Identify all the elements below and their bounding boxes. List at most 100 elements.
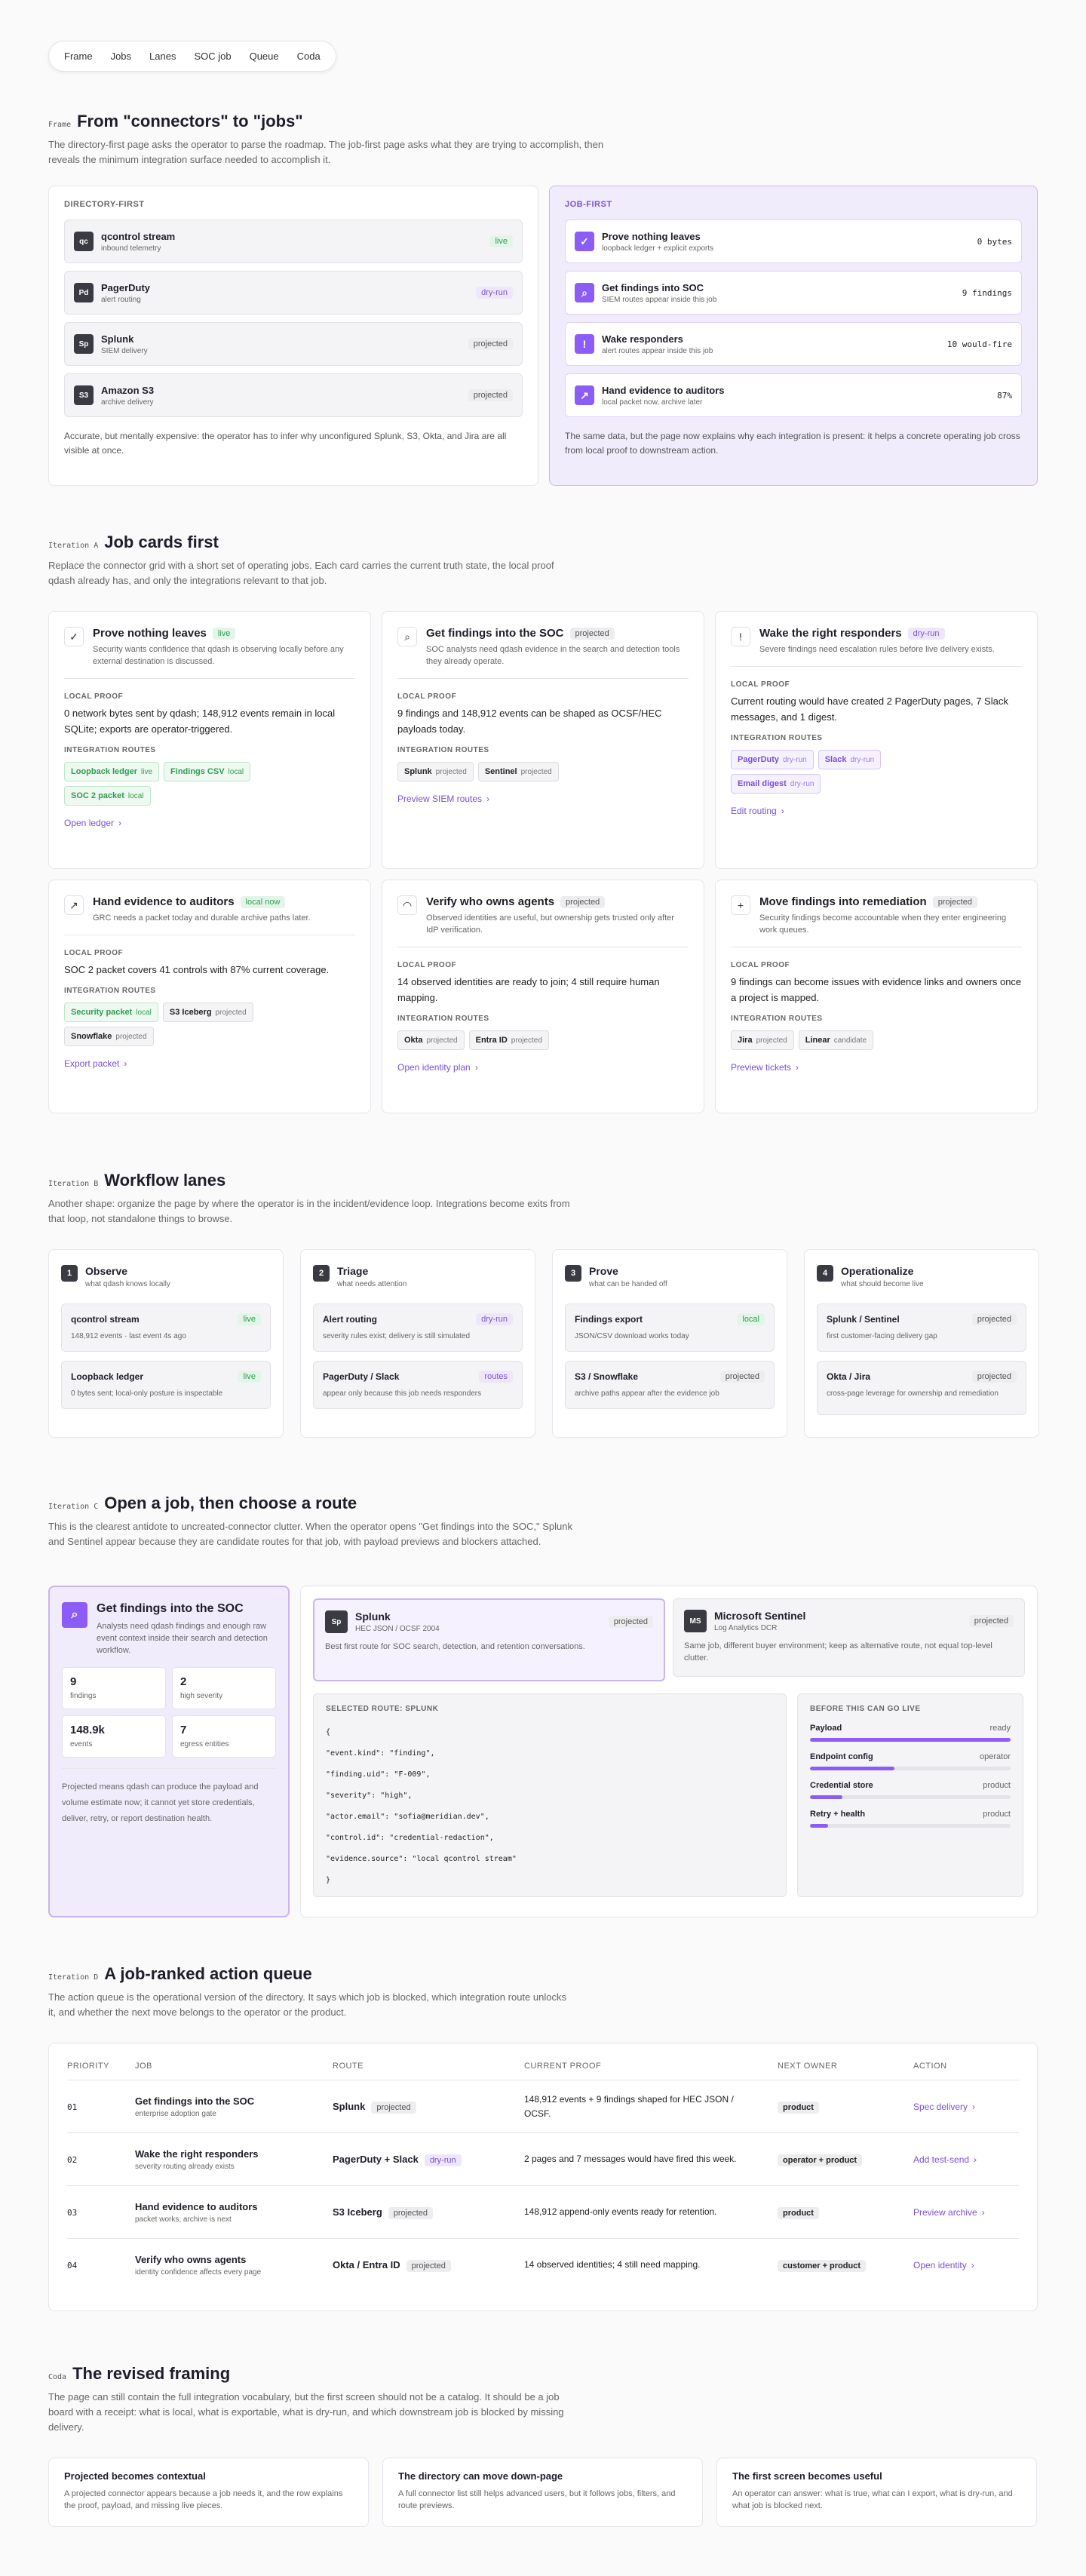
route-chip[interactable]: Entra ID projected (468, 1030, 549, 1050)
directory-item[interactable]: qc qcontrol stream inbound telemetry live (64, 220, 523, 263)
panel-note: Accurate, but mentally expensive: the op… (64, 431, 507, 456)
job-item[interactable]: ↗ Hand evidence to auditors local packet n… (565, 373, 1022, 417)
job-item[interactable]: ⌕ Get findings into SOC SIEM routes appear… (565, 271, 1022, 315)
job-item-title: Prove nothing leaves (602, 230, 701, 242)
current-proof: 148,912 append-only events ready for ret… (524, 2206, 717, 2217)
route-chip[interactable]: Findings CSV local (164, 762, 251, 781)
local-proof-label: LOCAL PROOF (64, 692, 124, 701)
route-chip[interactable]: Splunk projected (397, 762, 474, 781)
route-chip[interactable]: Loopback ledger live (64, 762, 160, 781)
route-option[interactable]: Sp Splunk HEC JSON / OCSF 2004 projected Bes… (313, 1598, 665, 1681)
current-proof: 2 pages and 7 messages would have fired … (524, 2154, 737, 2164)
chevron-right-icon: › (474, 1062, 478, 1073)
card-action-link[interactable]: Preview SIEM routes › (397, 794, 689, 804)
card-action-link[interactable]: Open ledger › (64, 818, 355, 828)
section-title: A job-ranked action queue (104, 1964, 312, 1983)
card-action-link[interactable]: Open identity plan › (397, 1062, 689, 1073)
route-option[interactable]: MS Microsoft Sentinel Log Analytics DCR pro… (673, 1598, 1025, 1677)
row-action-link[interactable]: Preview archive › (913, 2207, 985, 2218)
section-title: Workflow lanes (104, 1171, 226, 1190)
job-card-header: ↗ Hand evidence to auditors local now GRC n… (64, 895, 355, 924)
route-chips: Loopback ledger live Findings CSV local SOC … (64, 762, 313, 810)
row-action-link[interactable]: Spec delivery › (913, 2102, 975, 2112)
row-action-link[interactable]: Add test-send › (913, 2154, 977, 2165)
route-chips: Splunk projected Sentinel projected (397, 762, 646, 786)
requirement-name: Payload (810, 1724, 842, 1733)
job-first-panel: JOB-FIRST ✓ Prove nothing leaves loopback … (549, 186, 1038, 486)
nav-frame[interactable]: Frame (55, 46, 102, 66)
status-badge: dry-run (476, 287, 513, 299)
nav-lanes[interactable]: Lanes (140, 46, 185, 66)
route-option-header: MS Microsoft Sentinel Log Analytics DCR pro… (684, 1610, 1014, 1632)
nav-soc-job[interactable]: SOC job (185, 46, 240, 66)
lane-sub: what can be handed off (589, 1280, 667, 1288)
job-glyph-icon: ◠ (397, 895, 417, 915)
card-action-link[interactable]: Preview tickets › (731, 1062, 1022, 1073)
route-chip[interactable]: PagerDuty dry-run (731, 750, 814, 769)
lane-item[interactable]: Alert routing dry-run severity rules exist… (313, 1303, 523, 1352)
route-logo-icon: Sp (325, 1610, 348, 1633)
status-badge: projected (719, 1371, 765, 1383)
status-badge: projected (468, 389, 513, 401)
job-item-sub: alert routes appear inside this job (602, 346, 713, 355)
job-name: Wake the right responders (135, 2148, 259, 2160)
job-item[interactable]: ✓ Prove nothing leaves loopback ledger + e… (565, 220, 1022, 263)
route-chip[interactable]: S3 Iceberg projected (162, 1002, 253, 1022)
lane-item[interactable]: qcontrol stream live 148,912 events · last… (61, 1303, 271, 1352)
progress-fill (810, 1795, 842, 1799)
stat-value: 9 (70, 1675, 77, 1688)
lane-item[interactable]: S3 / Snowflake projected archive paths app… (565, 1361, 775, 1409)
directory-item[interactable]: Sp Splunk SIEM delivery projected (64, 322, 523, 366)
route-chip[interactable]: Okta projected (397, 1030, 465, 1050)
directory-item[interactable]: Pd PagerDuty alert routing dry-run (64, 271, 523, 315)
lane-item[interactable]: Splunk / Sentinel projected first customer… (817, 1303, 1026, 1352)
lane-heading: Prove what can be handed off (589, 1265, 667, 1288)
column-header: CURRENT PROOF (524, 2062, 602, 2071)
route-chip-name: Okta (404, 1036, 423, 1045)
lane-item[interactable]: Okta / Jira projected cross-page leverage … (817, 1361, 1026, 1415)
job-sub: packet works, archive is next (135, 2215, 232, 2224)
route-chip[interactable]: Snowflake projected (64, 1027, 154, 1046)
route-chip[interactable]: Email digest dry-run (731, 774, 821, 794)
route-chip-status: projected (215, 1008, 247, 1017)
payload-line: "control.id": "credential-redaction", (326, 1834, 494, 1842)
route-chip[interactable]: Security packet local (64, 1002, 158, 1022)
route-chip-name: Email digest (738, 779, 787, 788)
lane-item-title: Findings export (575, 1314, 643, 1325)
table-cell: 04 (67, 2238, 135, 2292)
card-action-link[interactable]: Edit routing › (731, 806, 1022, 816)
route-chip[interactable]: SOC 2 packet local (64, 786, 151, 806)
route-chip[interactable]: Linear candidate (798, 1030, 874, 1050)
nav-queue[interactable]: Queue (241, 46, 288, 66)
table-cell: operator + product (778, 2132, 913, 2186)
job-card: + Move findings into remediation projected… (715, 880, 1038, 1113)
progress-fill (810, 1824, 828, 1828)
coda-card-desc: An operator can answer: what is true, wh… (732, 2489, 1013, 2510)
directory-item-title: Amazon S3 (101, 384, 155, 396)
lane-item[interactable]: PagerDuty / Slack routes appear only becau… (313, 1361, 523, 1409)
row-action-link[interactable]: Open identity › (913, 2260, 974, 2271)
directory-item-sub: alert routing (101, 295, 141, 304)
job-card-title: Verify who owns agents (426, 895, 555, 908)
job-sub: severity routing already exists (135, 2162, 235, 2171)
progress-track (810, 1738, 1011, 1742)
card-action-link[interactable]: Export packet › (64, 1058, 355, 1069)
route-chip[interactable]: Jira projected (731, 1030, 794, 1050)
nav-coda[interactable]: Coda (288, 46, 330, 66)
lane-number-badge: 2 (313, 1265, 330, 1282)
job-item-sub: local packet now, archive later (602, 398, 703, 407)
directory-item[interactable]: S3 Amazon S3 archive delivery projected (64, 373, 523, 417)
job-item-sub: SIEM routes appear inside this job (602, 295, 717, 304)
nav-jobs[interactable]: Jobs (102, 46, 140, 66)
lane-item[interactable]: Findings export local JSON/CSV download wo… (565, 1303, 775, 1352)
job-item[interactable]: ! Wake responders alert routes appear insi… (565, 322, 1022, 366)
job-card: ↗ Hand evidence to auditors local now GRC n… (48, 880, 371, 1113)
owner-badge: customer + product (778, 2259, 866, 2272)
job-card-title: Prove nothing leaves (93, 627, 207, 640)
table-cell: 01 (67, 2080, 135, 2133)
route-chip[interactable]: Sentinel projected (477, 762, 559, 781)
route-chip[interactable]: Slack dry-run (818, 750, 882, 769)
lane-item[interactable]: Loopback ledger live 0 bytes sent; local-o… (61, 1361, 271, 1409)
route-chip-status: projected (435, 767, 467, 776)
job-title: Get findings into the SOC (97, 1602, 244, 1615)
